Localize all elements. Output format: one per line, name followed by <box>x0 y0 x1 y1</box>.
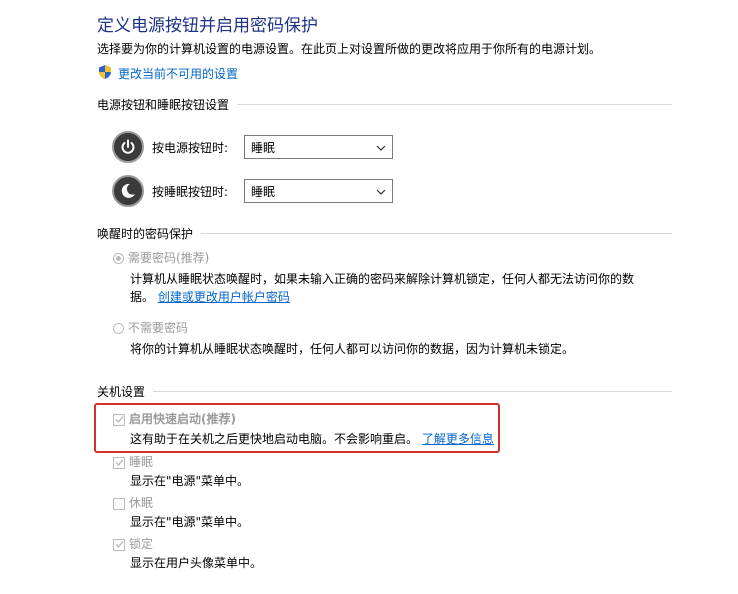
shutdown-heading: 关机设置 <box>97 383 672 400</box>
page-title: 定义电源按钮并启用密码保护 <box>97 16 318 36</box>
checkmark-icon <box>115 459 124 467</box>
power-button-row: 按电源按钮时: 睡眠 <box>112 131 393 163</box>
sleep-button-action-value: 睡眠 <box>251 184 276 199</box>
sleep-button-label: 按睡眠按钮时: <box>152 184 229 199</box>
fast-startup-label: 启用快速启动(推荐) <box>129 412 236 426</box>
admin-settings-link-text[interactable]: 更改当前不可用的设置 <box>118 65 238 82</box>
lock-checkbox[interactable] <box>113 538 125 551</box>
wake-password-heading-text: 唤醒时的密码保护 <box>97 227 194 241</box>
require-password-label: 需要密码(推荐) <box>128 251 210 265</box>
chevron-down-icon <box>376 140 386 154</box>
fast-startup-desc-row: 这有助于在关机之后更快地启动电脑。不会影响重启。 了解更多信息 <box>130 430 494 447</box>
hibernate-option[interactable]: 休眠 <box>113 494 153 511</box>
require-password-desc-prefix: 据。 <box>130 290 155 304</box>
fast-startup-desc: 这有助于在关机之后更快地启动电脑。不会影响重启。 <box>130 432 419 446</box>
section-divider <box>201 233 672 234</box>
chevron-down-icon <box>376 184 386 198</box>
fast-startup-option[interactable]: 启用快速启动(推荐) <box>113 410 236 427</box>
admin-settings-link[interactable]: 更改当前不可用的设置 <box>97 64 238 83</box>
sleep-icon <box>112 175 144 207</box>
no-password-desc: 将你的计算机从睡眠状态唤醒时，任何人都可以访问你的数据，因为计算机未锁定。 <box>130 342 575 356</box>
require-password-desc-line1: 计算机从睡眠状态唤醒时，如果未输入正确的密码来解除计算机锁定，任何人都无法访问你… <box>130 272 635 286</box>
sleep-option[interactable]: 睡眠 <box>113 453 153 470</box>
power-buttons-heading-text: 电源按钮和睡眠按钮设置 <box>97 98 230 112</box>
shutdown-heading-text: 关机设置 <box>97 385 146 399</box>
shield-icon <box>97 64 113 83</box>
require-password-option[interactable]: 需要密码(推荐) <box>113 249 209 266</box>
require-password-radio[interactable] <box>113 253 124 264</box>
power-icon <box>112 131 144 163</box>
no-password-radio[interactable] <box>113 323 124 334</box>
checkmark-icon <box>115 416 124 424</box>
lock-desc: 显示在用户头像菜单中。 <box>130 556 263 570</box>
sleep-button-action-select[interactable]: 睡眠 <box>244 179 393 203</box>
power-button-action-value: 睡眠 <box>251 140 276 155</box>
sleep-label: 睡眠 <box>129 455 154 469</box>
power-buttons-heading: 电源按钮和睡眠按钮设置 <box>97 96 672 113</box>
learn-more-link[interactable]: 了解更多信息 <box>422 432 494 446</box>
lock-option[interactable]: 锁定 <box>113 535 153 552</box>
power-button-label: 按电源按钮时: <box>152 140 229 155</box>
section-divider <box>153 391 672 392</box>
no-password-option[interactable]: 不需要密码 <box>113 319 188 336</box>
section-divider <box>237 104 672 105</box>
power-button-action-select[interactable]: 睡眠 <box>244 135 393 159</box>
hibernate-checkbox[interactable] <box>113 497 125 510</box>
hibernate-label: 休眠 <box>129 496 154 510</box>
wake-password-heading: 唤醒时的密码保护 <box>97 225 672 242</box>
checkmark-icon <box>115 541 124 549</box>
hibernate-desc: 显示在"电源"菜单中。 <box>130 515 250 529</box>
page-description: 选择要为你的计算机设置的电源设置。在此页上对设置所做的更改将应用于你所有的电源计… <box>97 42 602 56</box>
sleep-button-row: 按睡眠按钮时: 睡眠 <box>112 175 393 207</box>
sleep-checkbox[interactable] <box>113 456 125 469</box>
require-password-desc-line2: 据。 创建或更改用户帐户密码 <box>130 288 290 305</box>
lock-label: 锁定 <box>129 537 154 551</box>
change-password-link[interactable]: 创建或更改用户帐户密码 <box>158 290 290 304</box>
no-password-label: 不需要密码 <box>128 321 189 335</box>
sleep-desc: 显示在"电源"菜单中。 <box>130 474 250 488</box>
fast-startup-checkbox[interactable] <box>113 413 125 426</box>
